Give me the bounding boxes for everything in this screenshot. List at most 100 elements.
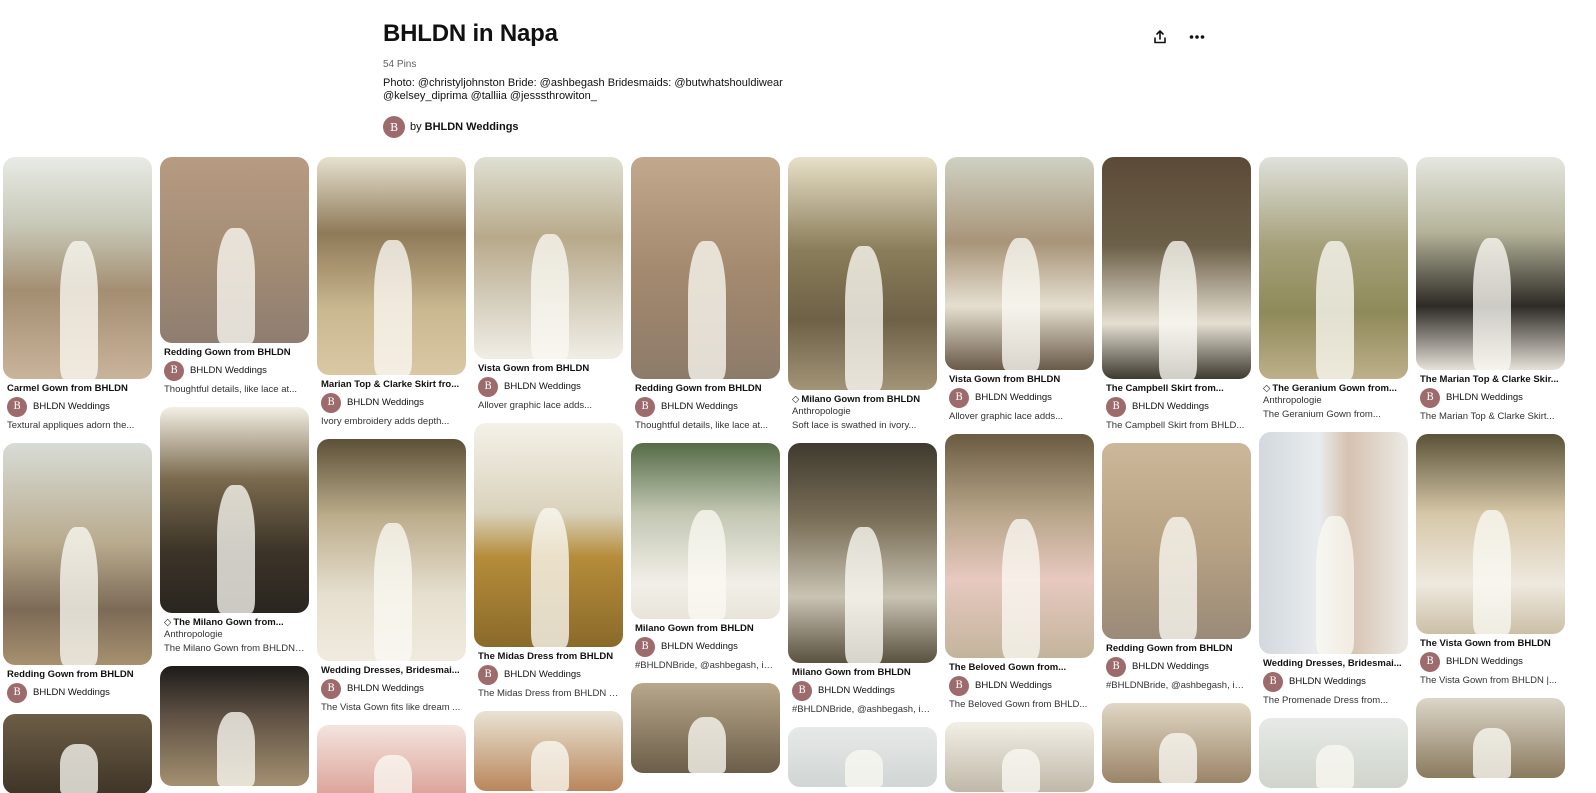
pin-card[interactable]: Vista Gown from BHLDN B BHLDN Weddings Allo…	[474, 157, 623, 412]
pin-card[interactable]: The Marian Top & Clarke Skir... B BHLDN We…	[1416, 157, 1565, 423]
creator-avatar[interactable]: B	[1420, 652, 1440, 672]
pin-card[interactable]: Redding Gown from BHLDN B BHLDN Weddings #B…	[1102, 443, 1251, 692]
pin-image[interactable]	[317, 439, 466, 661]
pin-image[interactable]	[788, 443, 937, 663]
pin-image[interactable]	[160, 407, 309, 613]
pin-card[interactable]: The Campbell Skirt from... B BHLDN Wedding…	[1102, 157, 1251, 432]
pin-title[interactable]: Milano Gown from BHLDN	[792, 667, 933, 679]
pin-card[interactable]	[631, 683, 780, 773]
creator-avatar[interactable]: B	[7, 397, 27, 417]
creator-avatar[interactable]: B	[164, 361, 184, 381]
pin-card[interactable]: The Midas Dress from BHLDN B BHLDN Wedding…	[474, 423, 623, 700]
creator-name[interactable]: BHLDN Weddings	[33, 401, 110, 413]
creator-name[interactable]: BHLDN Weddings	[975, 392, 1052, 404]
pin-creator[interactable]: B BHLDN Weddings	[1420, 388, 1561, 408]
pin-card[interactable]: ◇ The Geranium Gown from... Anthropologie T…	[1259, 157, 1408, 421]
creator-avatar[interactable]: B	[478, 665, 498, 685]
creator-name[interactable]: BHLDN Weddings	[504, 381, 581, 393]
pin-image[interactable]	[317, 157, 466, 375]
pin-title[interactable]: Vista Gown from BHLDN	[949, 374, 1090, 386]
pin-card[interactable]: Redding Gown from BHLDN B BHLDN Weddings Th…	[160, 157, 309, 396]
pin-card[interactable]	[1102, 703, 1251, 783]
owner-name[interactable]: BHLDN Weddings	[425, 121, 519, 133]
pin-image[interactable]	[1102, 703, 1251, 783]
pin-title[interactable]: The Campbell Skirt from...	[1106, 383, 1247, 395]
pin-creator[interactable]: B BHLDN Weddings	[1263, 672, 1404, 692]
creator-avatar[interactable]: B	[1106, 657, 1126, 677]
pin-card[interactable]: Vista Gown from BHLDN B BHLDN Weddings Allo…	[945, 157, 1094, 423]
pin-creator[interactable]: B BHLDN Weddings	[1106, 397, 1247, 417]
pin-title[interactable]: Carmel Gown from BHLDN	[7, 383, 148, 395]
pin-image[interactable]	[474, 711, 623, 791]
pin-title[interactable]: The Vista Gown from BHLDN	[1420, 638, 1561, 650]
pin-image[interactable]	[3, 714, 152, 793]
pin-image[interactable]	[1102, 157, 1251, 379]
pin-title[interactable]: ◇ Milano Gown from BHLDN	[792, 394, 933, 406]
pin-image[interactable]	[631, 683, 780, 773]
creator-name[interactable]: BHLDN Weddings	[661, 401, 738, 413]
pin-card[interactable]: ◇ The Milano Gown from... Anthropologie The…	[160, 407, 309, 655]
creator-name[interactable]: BHLDN Weddings	[975, 680, 1052, 692]
pin-card[interactable]	[3, 714, 152, 793]
creator-name[interactable]: BHLDN Weddings	[818, 685, 895, 697]
creator-name[interactable]: BHLDN Weddings	[33, 687, 110, 699]
pin-creator[interactable]: B BHLDN Weddings	[792, 681, 933, 701]
pin-source[interactable]: Anthropologie	[792, 406, 933, 417]
pin-card[interactable]	[474, 711, 623, 791]
pin-creator[interactable]: B BHLDN Weddings	[1106, 657, 1247, 677]
pin-card[interactable]	[788, 727, 937, 787]
pin-card[interactable]: The Vista Gown from BHLDN B BHLDN Weddings…	[1416, 434, 1565, 687]
creator-name[interactable]: BHLDN Weddings	[1446, 656, 1523, 668]
pin-card[interactable]: Milano Gown from BHLDN B BHLDN Weddings #BH…	[631, 443, 780, 672]
pin-creator[interactable]: B BHLDN Weddings	[164, 361, 305, 381]
creator-avatar[interactable]: B	[792, 681, 812, 701]
pin-title[interactable]: The Midas Dress from BHLDN	[478, 651, 619, 663]
pin-image[interactable]	[1259, 718, 1408, 788]
pin-creator[interactable]: B BHLDN Weddings	[635, 637, 776, 657]
pin-image[interactable]	[1259, 157, 1408, 379]
pin-title[interactable]: Wedding Dresses, Bridesmai...	[1263, 658, 1404, 670]
pin-card[interactable]: Wedding Dresses, Bridesmai... B BHLDN Wedd…	[317, 439, 466, 714]
pin-title[interactable]: Marian Top & Clarke Skirt fro...	[321, 379, 462, 391]
pin-title[interactable]: Redding Gown from BHLDN	[164, 347, 305, 359]
pin-source[interactable]: Anthropologie	[164, 629, 305, 640]
creator-avatar[interactable]: B	[1106, 397, 1126, 417]
pin-creator[interactable]: B BHLDN Weddings	[321, 393, 462, 413]
creator-name[interactable]: BHLDN Weddings	[661, 641, 738, 653]
pin-creator[interactable]: B BHLDN Weddings	[635, 397, 776, 417]
pin-image[interactable]	[1102, 443, 1251, 639]
pin-image[interactable]	[1416, 434, 1565, 634]
creator-name[interactable]: BHLDN Weddings	[1446, 392, 1523, 404]
pin-card[interactable]: Milano Gown from BHLDN B BHLDN Weddings #BH…	[788, 443, 937, 716]
pin-title[interactable]: The Marian Top & Clarke Skir...	[1420, 374, 1561, 386]
more-options-button[interactable]	[1185, 25, 1209, 49]
creator-name[interactable]: BHLDN Weddings	[504, 669, 581, 681]
pin-card[interactable]	[1416, 698, 1565, 778]
pin-image[interactable]	[945, 157, 1094, 370]
owner-avatar[interactable]: B	[383, 116, 405, 138]
creator-name[interactable]: BHLDN Weddings	[1132, 401, 1209, 413]
pin-image[interactable]	[474, 423, 623, 647]
pin-image[interactable]	[1416, 698, 1565, 778]
pin-image[interactable]	[317, 725, 466, 793]
pin-title[interactable]: Redding Gown from BHLDN	[7, 669, 148, 681]
creator-name[interactable]: BHLDN Weddings	[1132, 661, 1209, 673]
pin-card[interactable]: Redding Gown from BHLDN B BHLDN Weddings	[3, 443, 152, 703]
pin-image[interactable]	[631, 443, 780, 619]
pin-image[interactable]	[474, 157, 623, 359]
pin-card[interactable]: Carmel Gown from BHLDN B BHLDN Weddings Tex…	[3, 157, 152, 432]
pin-title[interactable]: Wedding Dresses, Bridesmai...	[321, 665, 462, 677]
creator-avatar[interactable]: B	[321, 393, 341, 413]
pin-card[interactable]	[160, 666, 309, 786]
pin-title[interactable]: The Beloved Gown from...	[949, 662, 1090, 674]
creator-avatar[interactable]: B	[321, 679, 341, 699]
creator-avatar[interactable]: B	[949, 388, 969, 408]
pin-creator[interactable]: B BHLDN Weddings	[478, 665, 619, 685]
pin-card[interactable]: Redding Gown from BHLDN B BHLDN Weddings Th…	[631, 157, 780, 432]
pin-card[interactable]: Wedding Dresses, Bridesmai... B BHLDN Wedd…	[1259, 432, 1408, 707]
pin-image[interactable]	[3, 443, 152, 665]
creator-name[interactable]: BHLDN Weddings	[347, 683, 424, 695]
creator-name[interactable]: BHLDN Weddings	[190, 365, 267, 377]
pin-title[interactable]: ◇ The Geranium Gown from...	[1263, 383, 1404, 395]
creator-avatar[interactable]: B	[478, 377, 498, 397]
